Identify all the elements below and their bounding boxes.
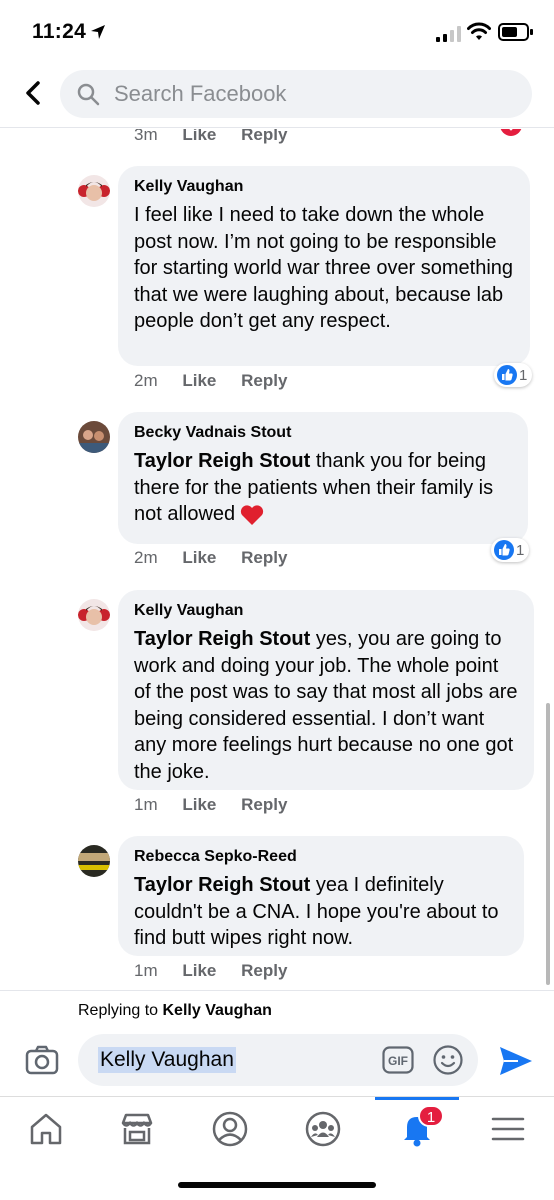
reaction-number: 1 <box>519 366 528 384</box>
search-placeholder: Search Facebook <box>114 81 287 106</box>
comment-time: 3m <box>134 129 158 144</box>
mention-link[interactable]: Taylor Reigh Stout <box>134 628 310 650</box>
emoji-icon[interactable] <box>432 1044 464 1076</box>
replying-prefix: Replying to <box>78 1002 163 1019</box>
comment-author[interactable]: Becky Vadnais Stout <box>134 424 512 442</box>
comment-bubble[interactable]: Kelly Vaughan Taylor Reigh Stout yes, yo… <box>118 590 534 790</box>
avatar[interactable] <box>78 175 110 207</box>
search-bar[interactable]: Search Facebook <box>60 70 532 118</box>
notification-badge: 1 <box>418 1105 444 1127</box>
status-time: 11:24 <box>32 20 87 43</box>
header: Search Facebook <box>0 62 554 128</box>
comment-time: 2m <box>134 548 158 567</box>
reply-button[interactable]: Reply <box>241 129 287 144</box>
comment-meta: 3m Like Reply <box>134 129 307 145</box>
like-button[interactable]: Like <box>182 961 216 980</box>
comment-text: I feel like I need to take down the whol… <box>134 204 514 332</box>
mention-link[interactable]: Taylor Reigh Stout <box>134 874 310 896</box>
cellular-signal-icon <box>436 26 461 42</box>
home-indicator[interactable] <box>178 1182 376 1188</box>
comment-author[interactable]: Kelly Vaughan <box>134 178 514 196</box>
wifi-icon <box>467 22 491 40</box>
comment-time: 2m <box>134 371 158 390</box>
avatar[interactable] <box>78 421 110 453</box>
home-icon[interactable] <box>26 1109 66 1149</box>
battery-icon <box>498 23 533 41</box>
reaction-count[interactable]: 1 <box>491 538 530 562</box>
replying-to-label: Replying to Kelly Vaughan <box>78 1002 272 1020</box>
search-icon <box>77 83 100 106</box>
reply-button[interactable]: Reply <box>241 548 287 567</box>
comment-time: 1m <box>134 961 158 980</box>
avatar-kelly-icon <box>78 175 110 207</box>
reply-button[interactable]: Reply <box>241 795 287 814</box>
comment-input-value[interactable]: Kelly Vaughan <box>98 1047 236 1073</box>
avatar-becky-icon <box>78 421 110 453</box>
comments-feed[interactable]: 3m Like Reply Kelly Vaughan I feel like … <box>0 129 554 990</box>
comment-author[interactable]: Rebecca Sepko-Reed <box>134 848 508 866</box>
avatar[interactable] <box>78 599 110 631</box>
red-heart-icon <box>241 505 264 525</box>
gif-icon[interactable]: GIF <box>382 1046 414 1074</box>
like-button[interactable]: Like <box>182 129 216 144</box>
like-button[interactable]: Like <box>182 548 216 567</box>
comment-text: Taylor Reigh Stout yes, you are going to… <box>134 626 518 785</box>
like-button[interactable]: Like <box>182 371 216 390</box>
scrollbar[interactable] <box>546 703 550 985</box>
menu-icon[interactable] <box>488 1109 528 1149</box>
comment-bubble[interactable]: Becky Vadnais Stout Taylor Reigh Stout t… <box>118 412 528 544</box>
reply-button[interactable]: Reply <box>241 961 287 980</box>
avatar[interactable] <box>78 845 110 877</box>
active-tab-indicator <box>375 1097 459 1100</box>
like-reaction-icon <box>494 540 514 560</box>
comment-time: 1m <box>134 795 158 814</box>
profile-icon[interactable] <box>210 1109 250 1149</box>
comment-meta: 2m Like Reply <box>134 548 307 568</box>
like-reaction-icon <box>497 365 517 385</box>
comment-meta: 1m Like Reply <box>134 795 307 815</box>
avatar-rebecca-icon <box>78 845 110 877</box>
location-arrow-icon <box>91 25 105 39</box>
comment-bubble[interactable]: Kelly Vaughan I feel like I need to take… <box>118 166 530 366</box>
marketplace-icon[interactable] <box>117 1109 157 1149</box>
comment-text: Taylor Reigh Stout yea I definitely coul… <box>134 872 508 952</box>
comment-body: yes, you are going to work and doing you… <box>134 628 518 783</box>
comment-bubble[interactable]: Rebecca Sepko-Reed Taylor Reigh Stout ye… <box>118 836 524 956</box>
comment-text: Taylor Reigh Stout thank you for being t… <box>134 448 512 528</box>
reaction-count[interactable]: 1 <box>494 363 533 387</box>
avatar-kelly-icon <box>78 599 110 631</box>
replying-to-name: Kelly Vaughan <box>162 1002 272 1019</box>
mention-link[interactable]: Taylor Reigh Stout <box>134 450 310 472</box>
comment-meta: 2m Like Reply <box>134 371 307 391</box>
camera-icon[interactable] <box>24 1042 60 1078</box>
back-arrow-icon[interactable] <box>18 78 48 108</box>
send-icon[interactable] <box>498 1045 534 1077</box>
reply-button[interactable]: Reply <box>241 371 287 390</box>
gif-label: GIF <box>388 1054 408 1068</box>
comment-input[interactable]: Kelly Vaughan GIF <box>78 1034 478 1086</box>
status-bar: 11:24 <box>0 0 554 62</box>
love-reaction-icon <box>500 129 522 136</box>
reaction-number: 1 <box>516 541 525 559</box>
groups-icon[interactable] <box>303 1109 343 1149</box>
comment-meta: 1m Like Reply <box>134 961 307 981</box>
like-button[interactable]: Like <box>182 795 216 814</box>
comment-author[interactable]: Kelly Vaughan <box>134 602 518 620</box>
